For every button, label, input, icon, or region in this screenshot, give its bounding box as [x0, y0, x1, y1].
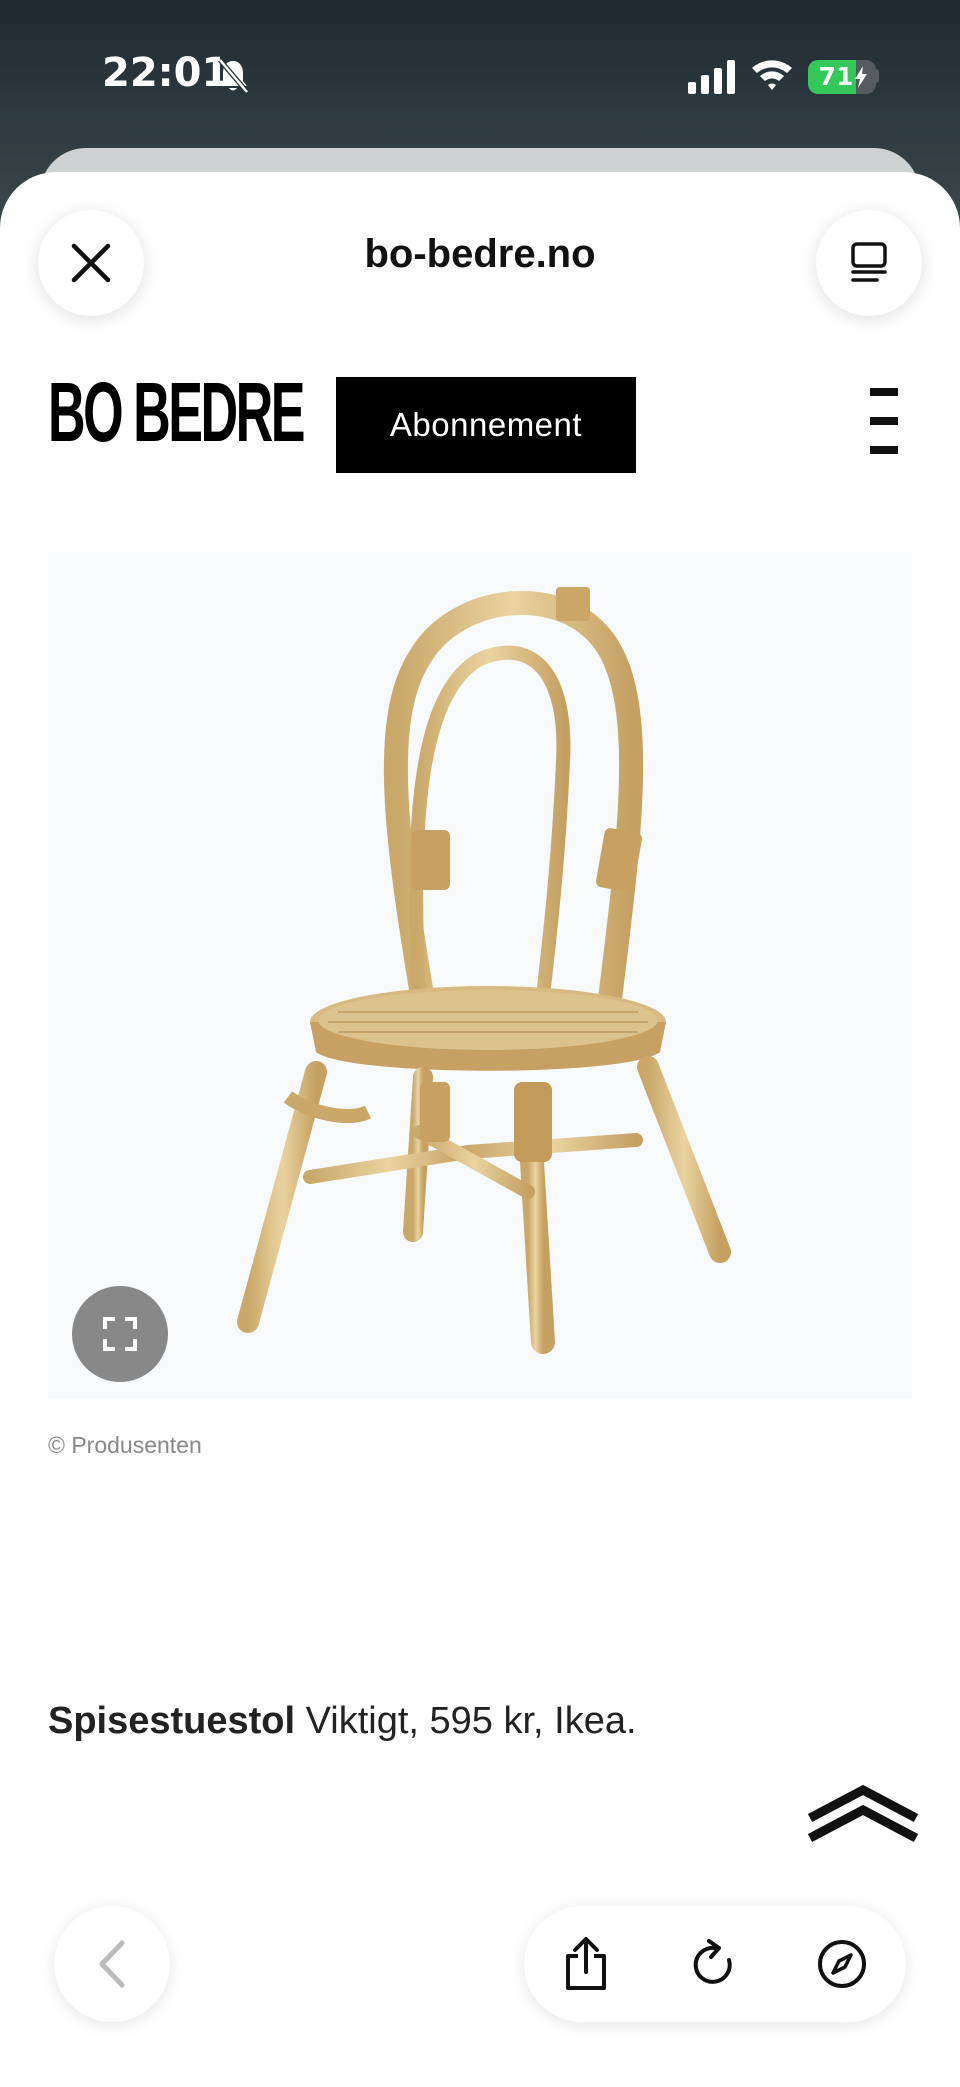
- bell-slash-icon: [218, 58, 249, 94]
- action-pill: [524, 1906, 906, 2022]
- back-button[interactable]: [54, 1906, 170, 2022]
- expand-icon: [103, 1317, 137, 1351]
- compass-icon: [818, 1940, 866, 1988]
- back-chevron-icon: [99, 1940, 125, 1988]
- status-time: 22:01: [102, 50, 230, 96]
- battery-nub: [874, 69, 879, 83]
- compass-button[interactable]: [812, 1934, 872, 1994]
- image-credit: © Produsenten: [48, 1432, 202, 1458]
- share-icon: [566, 1937, 606, 1990]
- url-title[interactable]: bo-bedre.no: [230, 232, 730, 277]
- wifi-icon: [752, 60, 792, 90]
- close-icon: [71, 243, 111, 283]
- hamburger-menu-icon[interactable]: [866, 386, 900, 456]
- reader-mode-icon: [851, 242, 887, 282]
- scroll-to-top-icon[interactable]: [806, 1782, 920, 1842]
- cellular-signal-icon: [688, 60, 735, 94]
- status-bar: 22:01 71: [0, 0, 960, 150]
- browser-sheet: bo-bedre.no BO BEDRE Abonnement © Produs…: [0, 172, 960, 2087]
- chair-illustration: [237, 587, 731, 1354]
- caption-details: Viktigt, 595 kr, Ikea.: [295, 1700, 637, 1742]
- reload-button[interactable]: [684, 1934, 744, 1994]
- battery-indicator: 71: [808, 60, 876, 94]
- share-button[interactable]: [556, 1934, 616, 1994]
- image-caption: Spisestuestol Viktigt, 595 kr, Ikea.: [48, 1700, 637, 1743]
- expand-image-button[interactable]: [72, 1286, 168, 1382]
- sheet-header: bo-bedre.no: [0, 172, 960, 342]
- caption-product-name: Spisestuestol: [48, 1700, 296, 1742]
- charging-bolt-icon: [855, 66, 867, 88]
- reader-mode-button[interactable]: [816, 210, 922, 316]
- site-logo[interactable]: BO BEDRE: [48, 370, 306, 454]
- article-image[interactable]: [48, 552, 912, 1398]
- reload-icon: [693, 1939, 732, 1984]
- subscribe-button[interactable]: Abonnement: [336, 377, 636, 473]
- close-button[interactable]: [38, 210, 144, 316]
